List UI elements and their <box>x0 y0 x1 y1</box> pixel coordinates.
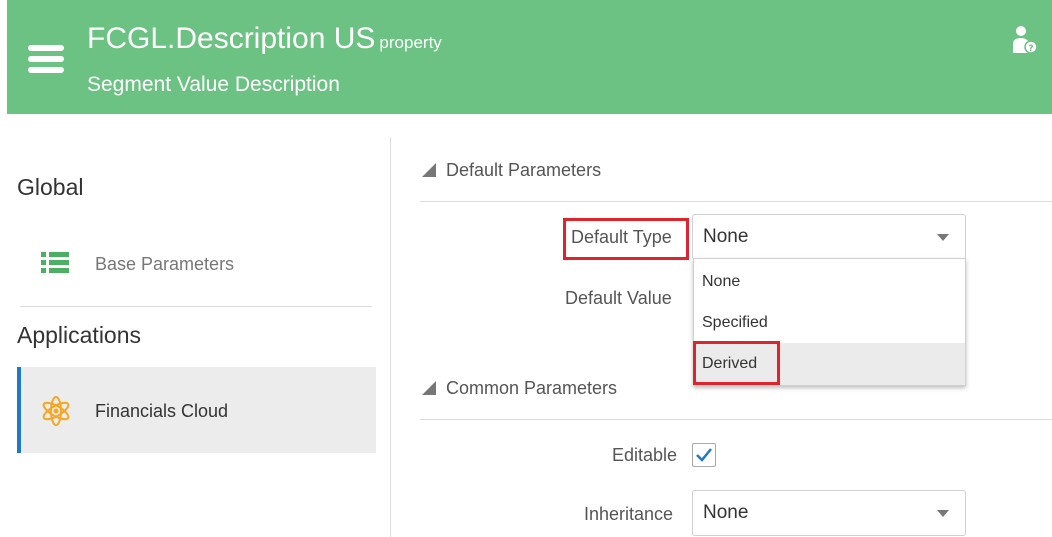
page-title: FCGL.Description US property <box>87 22 442 56</box>
chevron-down-icon[interactable] <box>937 510 949 517</box>
default-value-label: Default Value <box>565 288 672 308</box>
section-divider <box>420 201 1052 202</box>
inheritance-label: Inheritance <box>584 504 674 524</box>
page-subtitle: Segment Value Description <box>87 73 340 96</box>
global-heading: Global <box>17 174 84 200</box>
annotation-highlight-box <box>563 218 689 260</box>
default-parameters-header[interactable]: Default Parameters <box>422 160 601 181</box>
sidebar-divider <box>20 306 372 307</box>
option-none[interactable]: None <box>694 261 965 303</box>
default-type-value: None <box>703 226 749 247</box>
section-divider <box>420 419 1052 420</box>
editable-checkbox[interactable] <box>692 443 716 467</box>
user-help-icon[interactable]: ? <box>1012 25 1038 55</box>
inheritance-value: None <box>703 502 749 523</box>
sidebar-item-financials-cloud[interactable]: Financials Cloud <box>17 367 376 453</box>
property-type-label: property <box>379 33 442 52</box>
list-icon <box>41 252 69 274</box>
editable-label: Editable <box>612 445 678 465</box>
sidebar-item-label: Financials Cloud <box>95 401 229 421</box>
list-icon <box>28 45 64 73</box>
chevron-down-icon[interactable] <box>937 234 949 241</box>
flower-icon <box>42 396 70 426</box>
panel-divider <box>390 137 391 537</box>
option-specified[interactable]: Specified <box>694 302 965 344</box>
section-title-text: Common Parameters <box>446 378 618 398</box>
page-title-text: FCGL.Description US <box>87 22 376 55</box>
annotation-highlight-box <box>693 341 780 385</box>
default-type-select[interactable]: None <box>692 214 966 260</box>
sidebar-item-label: Base Parameters <box>95 254 235 274</box>
common-parameters-header[interactable]: Common Parameters <box>422 378 617 399</box>
svg-text:?: ? <box>1028 44 1033 54</box>
option-label: None <box>702 273 741 290</box>
section-title-text: Default Parameters <box>446 160 602 180</box>
collapse-triangle-icon[interactable] <box>422 381 436 395</box>
collapse-triangle-icon[interactable] <box>422 163 436 177</box>
applications-heading: Applications <box>17 322 142 348</box>
page-header: FCGL.Description US property Segment Valu… <box>7 0 1052 114</box>
checkmark-icon <box>696 448 712 462</box>
sidebar-item-base-parameters[interactable]: Base Parameters <box>17 237 376 291</box>
option-label: Specified <box>702 314 768 331</box>
inheritance-select[interactable]: None <box>692 490 966 536</box>
